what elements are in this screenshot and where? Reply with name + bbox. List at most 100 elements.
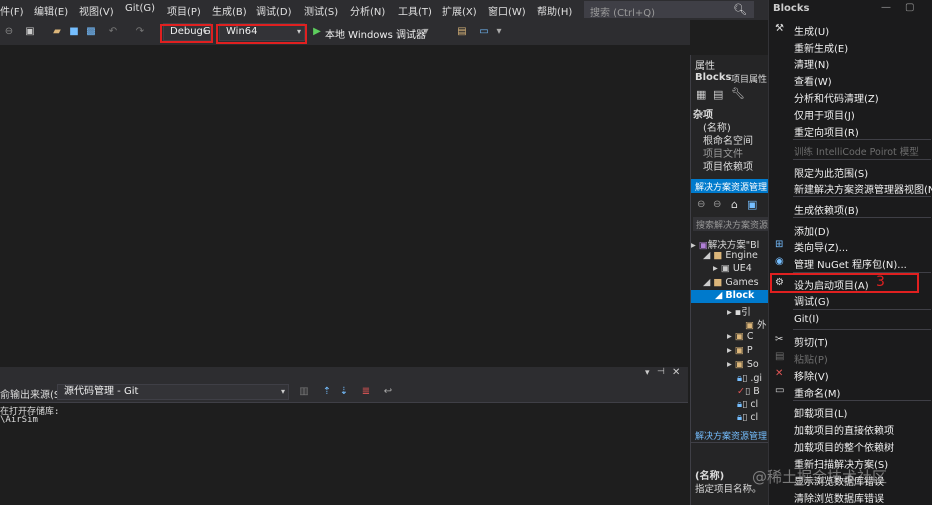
solution-explorer-tab[interactable]: 解决方案资源管理 (695, 429, 767, 442)
alphabetical-icon[interactable]: ▤ (713, 88, 723, 101)
open-folder-icon[interactable]: ▰ (51, 26, 63, 38)
tree-item[interactable]: ◢ ■ Engine (703, 250, 758, 263)
ctx-load-direct-deps[interactable]: 加载项目的直接依赖项 (794, 422, 894, 437)
home-icon[interactable]: ⌂ (731, 198, 738, 211)
word-wrap-icon[interactable]: ↩ (382, 386, 394, 398)
chevron-down-icon[interactable]: ▾ (420, 26, 432, 38)
tree-item-selected[interactable]: ◢ Block (691, 290, 771, 303)
ctx-cut[interactable]: 剪切(T) (794, 334, 828, 349)
menu-extensions[interactable]: 扩展(X) (442, 3, 477, 18)
find-in-files-icon[interactable]: ▤ (456, 26, 468, 38)
tree-item[interactable]: 🔒︎▯ .gi (737, 373, 762, 386)
clear-all-icon[interactable]: ≣ (360, 386, 372, 398)
prev-message-icon[interactable]: ⇡ (321, 386, 333, 398)
play-icon[interactable]: ▶ (311, 26, 323, 38)
maximize-icon[interactable]: ▢ (905, 2, 914, 13)
ctx-clean[interactable]: 清理(N) (794, 56, 829, 71)
nuget-icon: ◉ (775, 256, 784, 267)
ctx-rebuild[interactable]: 重新生成(E) (794, 40, 848, 55)
ctx-new-view[interactable]: 新建解决方案资源管理器视图(N) (794, 181, 932, 196)
next-message-icon[interactable]: ⇣ (338, 386, 350, 398)
nav-icon[interactable]: ⊖ (3, 26, 15, 38)
undo-icon[interactable]: ↶ (107, 26, 119, 38)
pin-dropdown-icon[interactable]: ▾ (645, 368, 650, 378)
menu-separator (793, 309, 931, 310)
menu-tools[interactable]: 工具(T) (398, 3, 432, 18)
ctx-project-only[interactable]: 仅用于项目(J) (794, 107, 855, 122)
back-icon[interactable]: ⊖ (697, 199, 705, 210)
close-icon[interactable]: ✕ (672, 367, 680, 378)
menu-debug[interactable]: 调试(D) (256, 3, 292, 18)
menu-window[interactable]: 窗口(W) (488, 3, 526, 18)
annotation-box-1 (160, 24, 213, 43)
ctx-rename[interactable]: 重命名(M) (794, 385, 840, 400)
tree-item[interactable]: ▸ ▣解决方案"Bl (691, 237, 759, 251)
menu-help[interactable]: 帮助(H) (537, 3, 572, 18)
toolbar: ⊖ ▣ ▰ ■ ▩ ↶ ↷ DebugG ▾ Win64 ▾ ▶ 本地 Wind… (0, 20, 690, 45)
save-icon[interactable]: ■ (68, 26, 80, 38)
ctx-intellicode[interactable]: 训练 IntelliCode Poirot 模型 (794, 144, 919, 158)
menu-test[interactable]: 测试(S) (304, 3, 338, 18)
debug-target-button[interactable]: 本地 Windows 调试器 (325, 26, 426, 41)
class-wizard-icon: ⊞ (775, 239, 784, 250)
tree-item[interactable]: ▸ ▣ P (727, 345, 753, 358)
search-box[interactable]: 搜索 (Ctrl+Q) 🔍︎ (584, 1, 754, 19)
close-icon: ✕ (775, 368, 784, 379)
menu-file[interactable]: 件(F) (0, 3, 24, 18)
menu-project[interactable]: 项目(P) (167, 3, 201, 18)
menu-build[interactable]: 生成(B) (212, 3, 247, 18)
ctx-retarget[interactable]: 重定向项目(R) (794, 124, 859, 139)
output-header: ▾ ⊣ ✕ (0, 367, 688, 381)
editor-area[interactable] (0, 45, 688, 367)
output-text[interactable]: 在打开存储库: \AirSim (0, 403, 688, 505)
ctx-clear-db-errors[interactable]: 清除浏览数据库错误 (794, 490, 884, 505)
solution-search-input[interactable]: 搜索解决方案资源 (693, 217, 771, 231)
forward-icon[interactable]: ⊖ (713, 199, 721, 210)
ctx-build-deps[interactable]: 生成依赖项(B) (794, 202, 859, 217)
tree-item[interactable]: ▸ ▪引 (727, 304, 751, 318)
pin-icon[interactable]: ⊣ (657, 367, 665, 377)
ctx-remove[interactable]: 移除(V) (794, 368, 829, 383)
ctx-scope[interactable]: 限定为此范围(S) (794, 165, 868, 180)
ctx-load-all-deps[interactable]: 加载项目的整个依赖树 (794, 439, 894, 454)
property-row[interactable]: 项目依赖项 (703, 158, 753, 173)
categorized-icon[interactable]: ▦ (696, 88, 706, 101)
tree-item[interactable]: ✓▯ B (737, 386, 760, 399)
properties-object: Blocks (695, 72, 732, 83)
minimize-icon[interactable]: — (881, 2, 891, 13)
ctx-unload[interactable]: 卸载项目(L) (794, 405, 847, 420)
ctx-git[interactable]: Git(I) (794, 314, 819, 325)
search-icon[interactable]: 🔍︎ (733, 3, 747, 16)
save-all-icon[interactable]: ▩ (85, 26, 97, 38)
tree-item[interactable]: ◢ ■ Games (703, 277, 759, 290)
ctx-nuget[interactable]: 管理 NuGet 程序包(N)... (794, 256, 907, 271)
solution-search-placeholder: 搜索解决方案资源 (696, 221, 769, 231)
menu-edit[interactable]: 编辑(E) (34, 3, 68, 18)
menu-view[interactable]: 视图(V) (79, 3, 114, 18)
ctx-debug[interactable]: 调试(G) (794, 293, 830, 308)
wrench-icon[interactable]: 🔧︎ (731, 87, 745, 100)
overflow-icon[interactable]: ▾ (493, 26, 505, 38)
ctx-class-wizard[interactable]: 类向导(Z)... (794, 239, 848, 254)
redo-icon[interactable]: ↷ (134, 26, 146, 38)
tree-item[interactable]: ▸ ▣ UE4 (713, 263, 752, 276)
output-source-dropdown[interactable]: 源代码管理 - Git ▾ (57, 384, 289, 400)
tree-item[interactable]: 🔒︎▯ cl (737, 399, 758, 412)
ctx-add[interactable]: 添加(D) (794, 223, 830, 238)
new-project-icon[interactable]: ▣ (24, 26, 36, 38)
switch-views-icon[interactable]: ▣ (747, 198, 757, 211)
ctx-paste[interactable]: 粘贴(P) (794, 351, 828, 366)
window-icon[interactable]: ▭ (478, 26, 490, 38)
ctx-build[interactable]: 生成(U) (794, 23, 829, 38)
tree-item[interactable]: ▸ ▣ So (727, 359, 759, 372)
tree-item[interactable]: ▸ ▣ C (727, 331, 753, 344)
tree-item[interactable]: ▣ 外 (745, 317, 767, 331)
tree-item[interactable]: 🔒︎▯ cl (737, 412, 758, 425)
menu-separator (793, 196, 931, 197)
ctx-analyze[interactable]: 分析和代码清理(Z) (794, 90, 879, 105)
ctx-view[interactable]: 查看(W) (794, 73, 832, 88)
menu-git[interactable]: Git(G) (125, 3, 155, 14)
solution-explorer-header[interactable]: 解决方案资源管理 (691, 179, 771, 193)
find-message-icon[interactable]: ▥ (298, 386, 310, 398)
menu-analyze[interactable]: 分析(N) (350, 3, 385, 18)
